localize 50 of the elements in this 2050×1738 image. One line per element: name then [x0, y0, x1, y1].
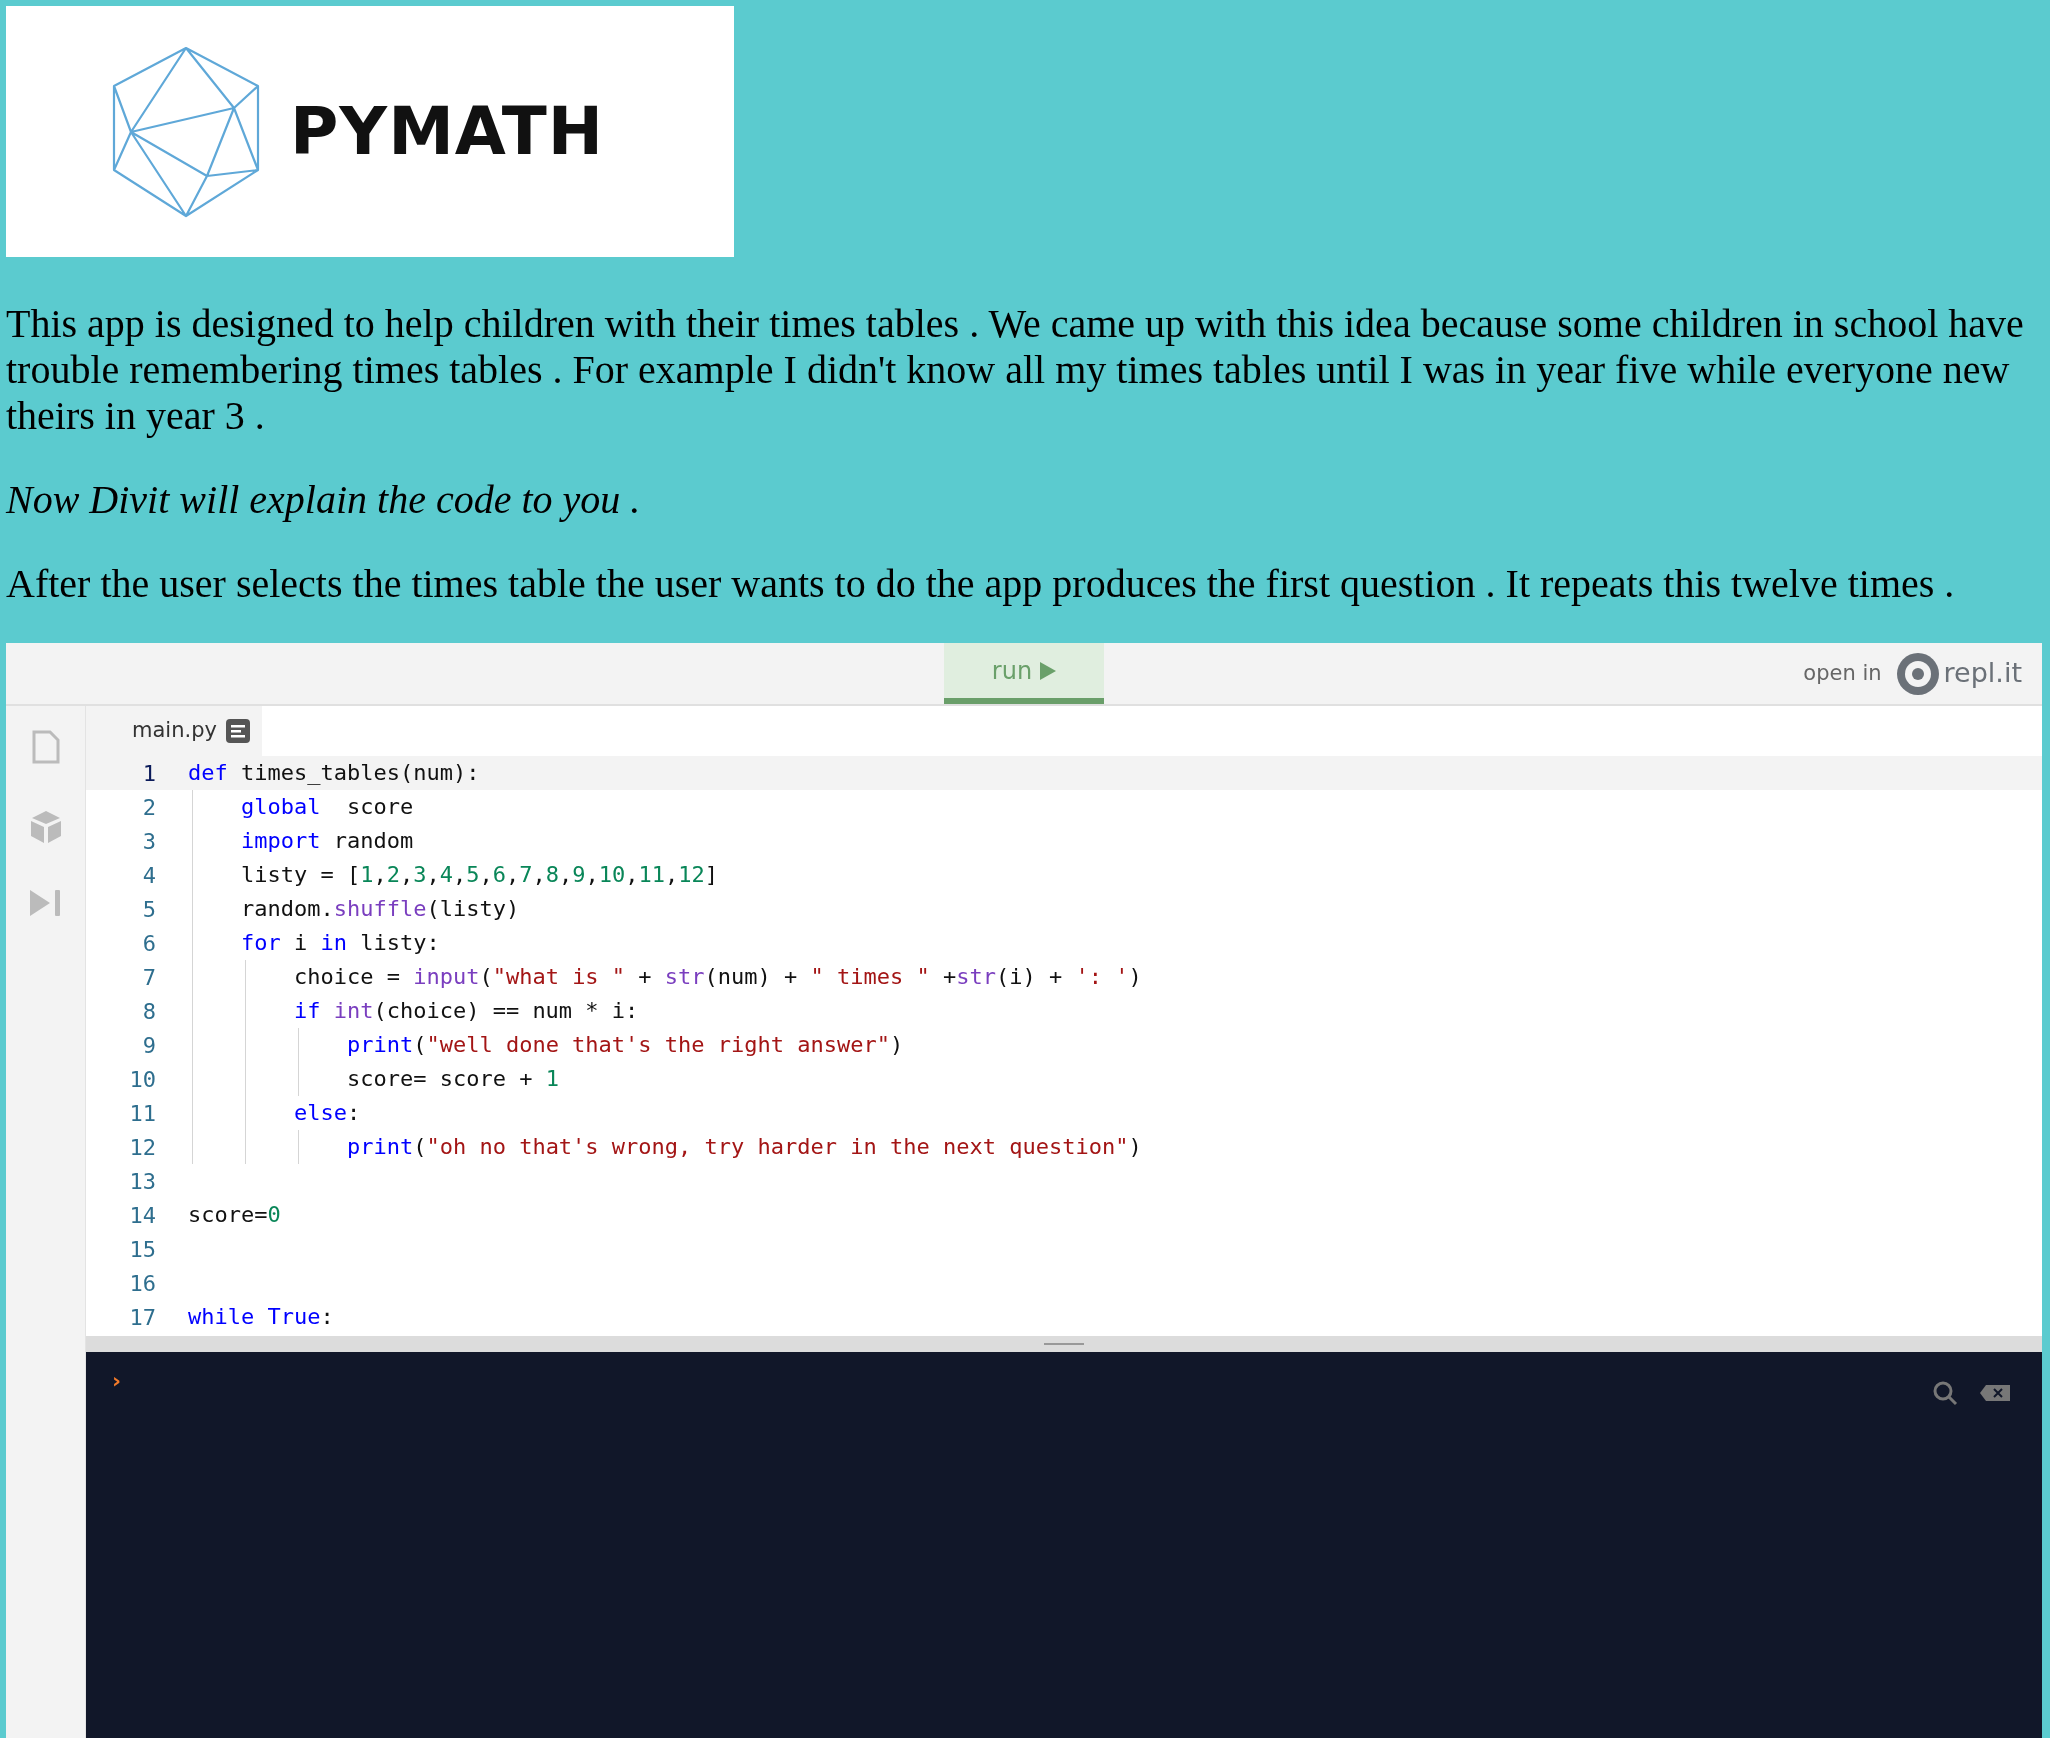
line-number: 16 — [128, 1269, 156, 1298]
code-line: score=0 — [188, 1201, 281, 1229]
line-number: 15 — [128, 1235, 156, 1264]
line-number: 11 — [128, 1099, 156, 1128]
line-number: 12 — [128, 1133, 156, 1162]
code-line: choice = input("what is " + str(num) + " times " +str(i) + ': ') — [292, 963, 1142, 991]
line-number: 5 — [141, 895, 156, 924]
document-icon[interactable] — [226, 719, 250, 743]
step-forward-icon[interactable] — [29, 890, 62, 916]
code-line: random.shuffle(listy) — [239, 895, 520, 923]
paragraph: After the user selects the times table the user wants to do the app produces the first question . It repeats this twelve times . — [6, 561, 1956, 607]
line-number: 9 — [141, 1031, 156, 1060]
line-number: 17 — [128, 1303, 156, 1332]
code-line: else: — [292, 1099, 361, 1127]
code-line: print("well done that's the right answer") — [345, 1031, 904, 1059]
repl-it-link[interactable]: repl.it — [1895, 651, 2022, 696]
swirl-logo-icon — [1895, 651, 1940, 696]
console-panel[interactable]: › — [86, 1352, 2042, 1738]
code-line: global score — [239, 793, 414, 821]
console-prompt: › — [112, 1370, 122, 1392]
line-number: 10 — [128, 1065, 156, 1094]
open-in-label: open in — [1803, 659, 1882, 687]
line-number: 8 — [141, 997, 156, 1026]
paragraph: This app is designed to help children with their times tables . We came up with this idea because some children in school have trouble remembering times tables . For example I didn't know all my times tables until I was in year five while everyone new theirs in year 3 . — [6, 301, 2025, 439]
code-line: print("oh no that's wrong, try harder in the next question") — [345, 1133, 1142, 1161]
line-number: 3 — [141, 827, 156, 856]
resize-handle[interactable] — [1044, 1343, 1084, 1345]
line-number: 14 — [128, 1201, 156, 1230]
code-line: if int(choice) == num * i: — [292, 997, 639, 1025]
code-line: import random — [239, 827, 414, 855]
code-editor[interactable] — [86, 756, 2042, 1336]
line-number: 13 — [128, 1167, 156, 1196]
code-line: score= score + 1 — [345, 1065, 559, 1093]
search-icon[interactable] — [1932, 1380, 1958, 1406]
code-line: def times_tables(num): — [188, 759, 480, 787]
line-number: 4 — [141, 861, 156, 890]
play-icon — [1040, 661, 1057, 680]
clear-console-icon[interactable] — [1980, 1385, 2010, 1401]
line-number: 1 — [141, 759, 156, 788]
file-icon[interactable] — [31, 730, 60, 764]
line-number: 7 — [141, 963, 156, 992]
code-line: for i in listy: — [239, 929, 440, 957]
code-line: listy = [1,2,3,4,5,6,7,8,9,10,11,12] — [239, 861, 718, 889]
line-number: 6 — [141, 929, 156, 958]
cube-icon[interactable] — [29, 810, 62, 844]
paragraph: Now Divit will explain the code to you . — [6, 477, 642, 523]
code-line: while True: — [188, 1303, 334, 1331]
logo-text: PYMATH — [290, 92, 605, 172]
line-number: 2 — [141, 793, 156, 822]
icosahedron-logo-icon — [110, 45, 262, 218]
